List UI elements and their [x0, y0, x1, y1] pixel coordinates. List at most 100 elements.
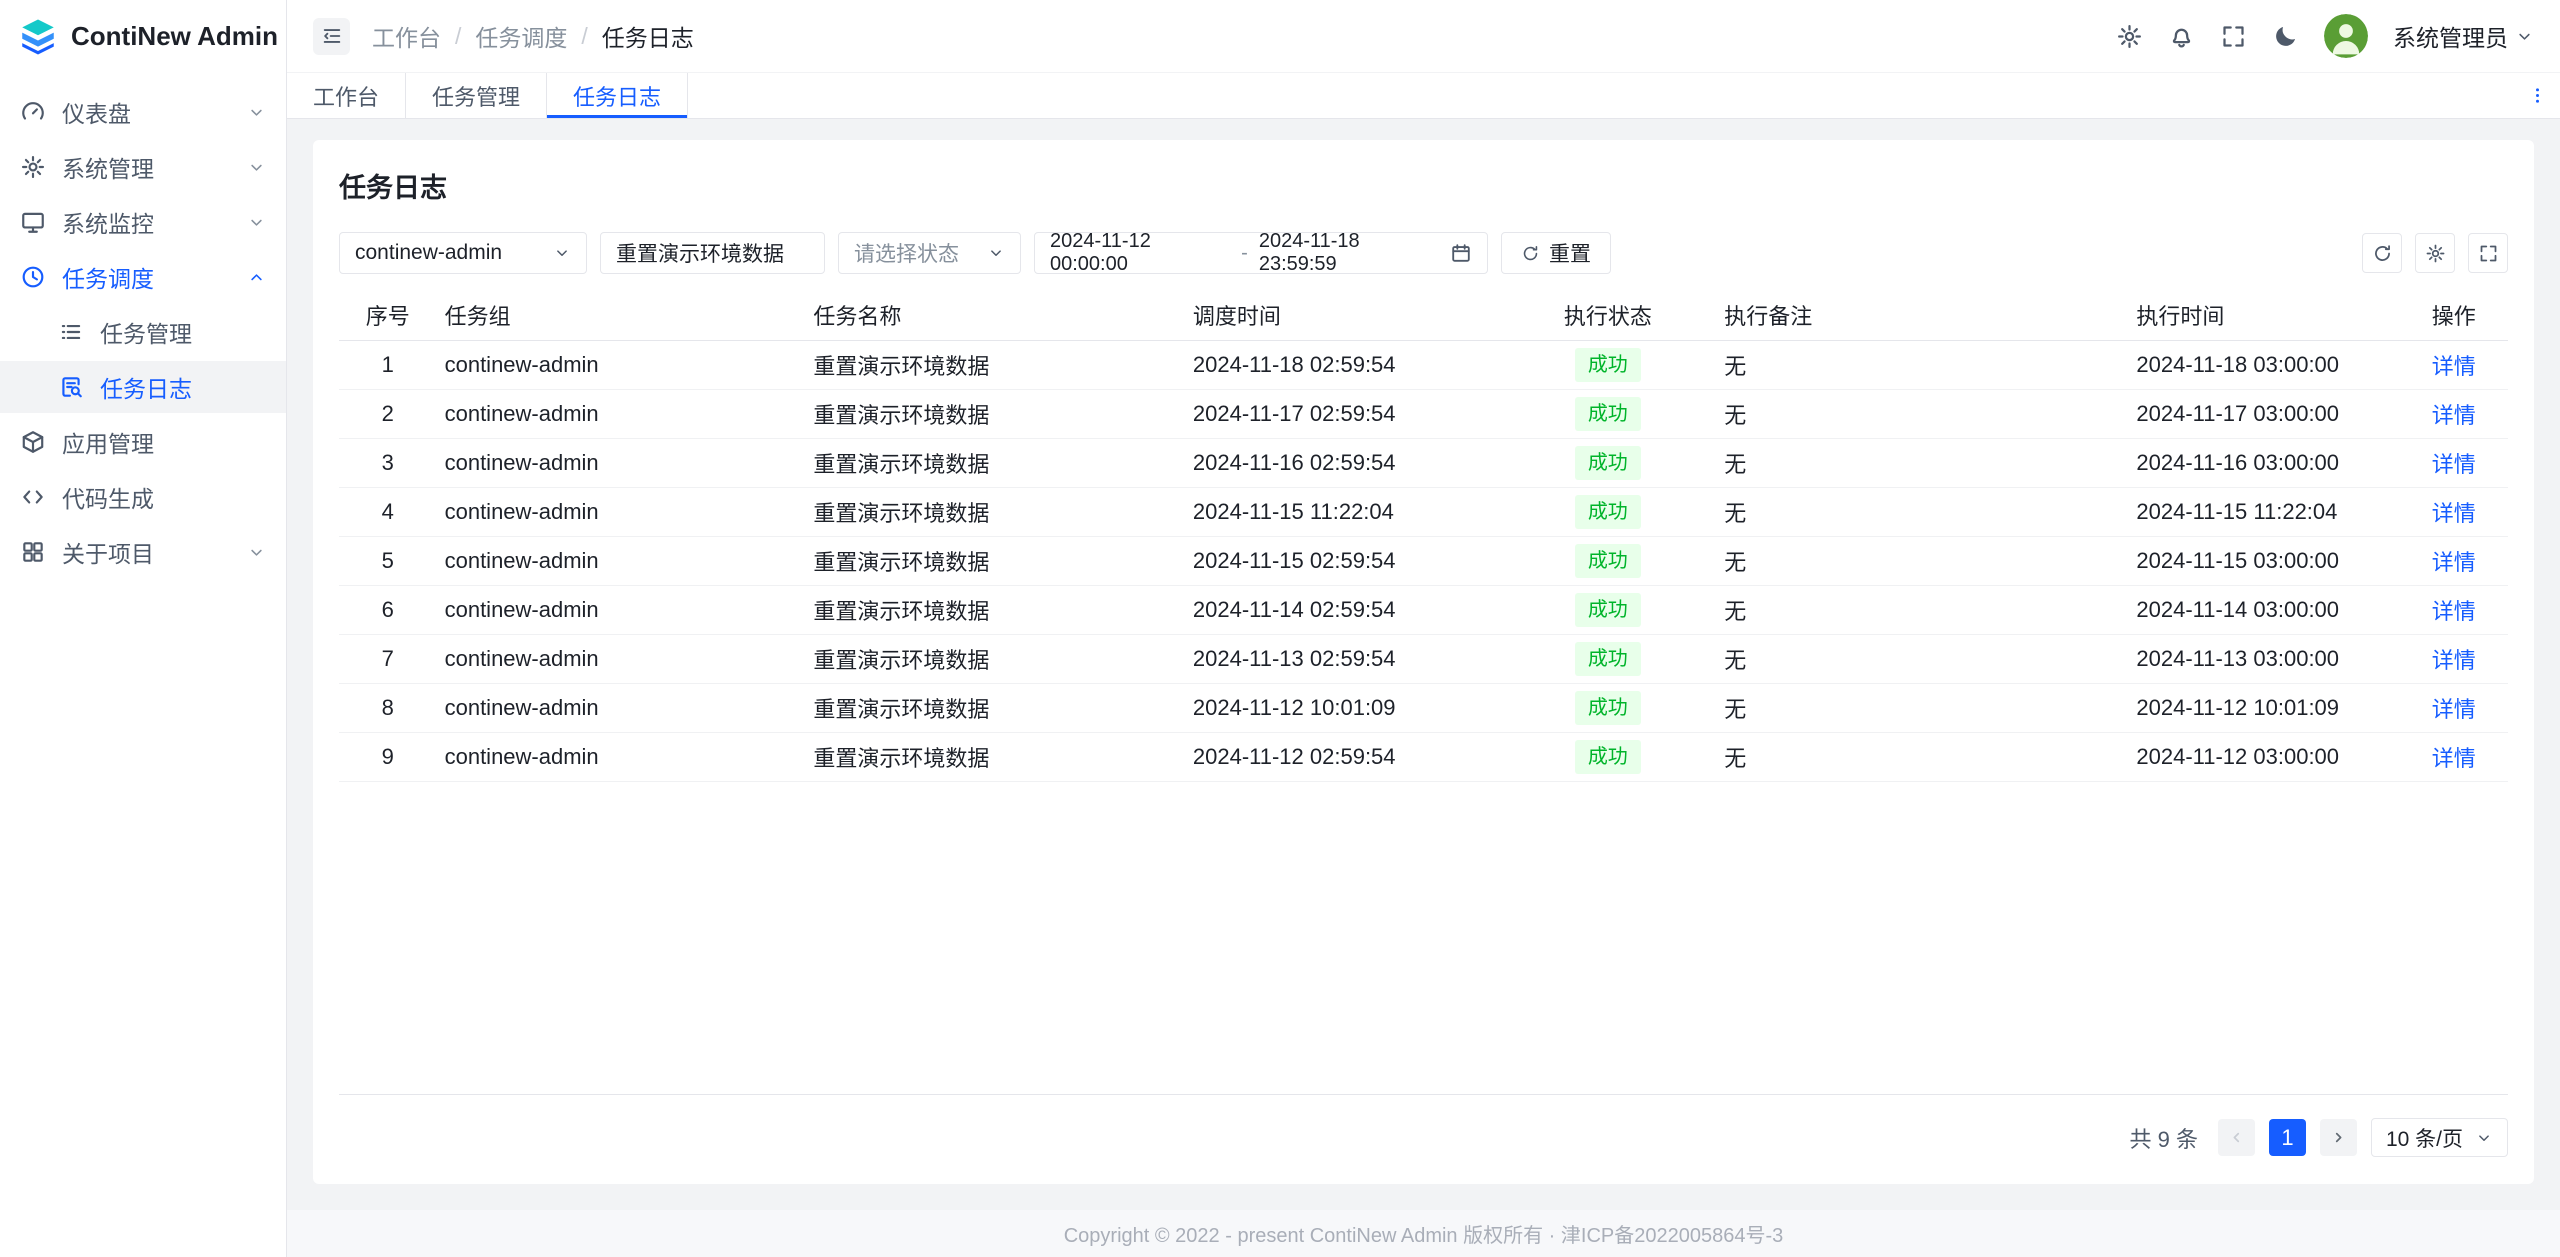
cell-schedule-time: 2024-11-13 02:59:54: [1185, 634, 1500, 683]
tab-label: 任务日志: [573, 80, 661, 112]
user-menu[interactable]: 系统管理员: [2393, 19, 2534, 53]
cell-remark: 无: [1716, 389, 2128, 438]
fullscreen-icon[interactable]: [2468, 233, 2508, 273]
sidebar-item-app-management[interactable]: 应用管理: [0, 416, 286, 468]
cell-schedule-time: 2024-11-15 02:59:54: [1185, 536, 1500, 585]
sidebar-item-task-log[interactable]: 任务日志: [0, 361, 286, 413]
sidebar-item-code-generation[interactable]: 代码生成: [0, 471, 286, 523]
cell-remark: 无: [1716, 683, 2128, 732]
footer: Copyright © 2022 - present ContiNew Admi…: [287, 1210, 2560, 1257]
tab-task-management[interactable]: 任务管理: [406, 73, 547, 118]
cell-no: 8: [339, 683, 437, 732]
column-header-status: 执行状态: [1499, 290, 1716, 340]
cell-name: 重置演示环境数据: [805, 634, 1185, 683]
status-badge: 成功: [1575, 348, 1641, 382]
status-select[interactable]: 请选择状态: [838, 232, 1021, 274]
table-row[interactable]: 1 continew-admin 重置演示环境数据 2024-11-18 02:…: [339, 340, 2508, 389]
table-row[interactable]: 7 continew-admin 重置演示环境数据 2024-11-13 02:…: [339, 634, 2508, 683]
cell-actions: 详情: [2400, 585, 2509, 634]
more-vertical-icon[interactable]: [2514, 73, 2560, 118]
cell-no: 2: [339, 389, 437, 438]
detail-link[interactable]: 详情: [2432, 599, 2476, 624]
table-row[interactable]: 4 continew-admin 重置演示环境数据 2024-11-15 11:…: [339, 487, 2508, 536]
table-row[interactable]: 2 continew-admin 重置演示环境数据 2024-11-17 02:…: [339, 389, 2508, 438]
table-row[interactable]: 9 continew-admin 重置演示环境数据 2024-11-12 02:…: [339, 732, 2508, 781]
cell-exec-time: 2024-11-14 03:00:00: [2128, 585, 2399, 634]
empty-space: [339, 782, 2508, 1095]
chevron-up-icon: [247, 268, 266, 287]
reset-button[interactable]: 重置: [1501, 232, 1611, 274]
cell-remark: 无: [1716, 585, 2128, 634]
date-end: 2024-11-18 23:59:59: [1259, 230, 1439, 276]
cell-exec-time: 2024-11-16 03:00:00: [2128, 438, 2399, 487]
cell-remark: 无: [1716, 340, 2128, 389]
chevron-down-icon: [247, 543, 266, 562]
cell-no: 7: [339, 634, 437, 683]
sidebar-item-system-monitor[interactable]: 系统监控: [0, 196, 286, 248]
cell-schedule-time: 2024-11-16 02:59:54: [1185, 438, 1500, 487]
next-page-button[interactable]: [2320, 1119, 2357, 1156]
chevron-down-icon: [247, 103, 266, 122]
bell-icon[interactable]: [2168, 23, 2195, 50]
cell-status: 成功: [1499, 389, 1716, 438]
detail-link[interactable]: 详情: [2432, 501, 2476, 526]
fullscreen-icon[interactable]: [2220, 23, 2247, 50]
breadcrumb-separator: /: [581, 23, 587, 50]
table-row[interactable]: 5 continew-admin 重置演示环境数据 2024-11-15 02:…: [339, 536, 2508, 585]
sidebar-item-system-management[interactable]: 系统管理: [0, 141, 286, 193]
chevron-down-icon: [987, 244, 1005, 262]
cell-status: 成功: [1499, 536, 1716, 585]
cell-group: continew-admin: [437, 536, 806, 585]
cell-name: 重置演示环境数据: [805, 732, 1185, 781]
sidebar-item-task-scheduling[interactable]: 任务调度: [0, 251, 286, 303]
sidebar-item-label: 应用管理: [62, 425, 154, 459]
date-range-picker[interactable]: 2024-11-12 00:00:00 - 2024-11-18 23:59:5…: [1034, 232, 1488, 274]
menu-fold-icon[interactable]: [313, 18, 350, 55]
detail-link[interactable]: 详情: [2432, 403, 2476, 428]
gear-icon[interactable]: [2116, 23, 2143, 50]
cell-no: 5: [339, 536, 437, 585]
tab-task-log[interactable]: 任务日志: [547, 73, 688, 118]
sidebar-item-about-project[interactable]: 关于项目: [0, 526, 286, 578]
table-toolbar: [2362, 233, 2508, 273]
moon-icon[interactable]: [2272, 23, 2299, 50]
date-start: 2024-11-12 00:00:00: [1050, 230, 1230, 276]
task-group-select[interactable]: continew-admin: [339, 232, 587, 274]
detail-link[interactable]: 详情: [2432, 452, 2476, 477]
calendar-icon: [1450, 242, 1472, 264]
page-size-value: 10 条/页: [2386, 1123, 2463, 1153]
task-name-input[interactable]: [600, 232, 825, 274]
breadcrumb-item[interactable]: 工作台: [372, 19, 441, 53]
detail-link[interactable]: 详情: [2432, 550, 2476, 575]
cell-remark: 无: [1716, 634, 2128, 683]
prev-page-button[interactable]: [2218, 1119, 2255, 1156]
cell-exec-time: 2024-11-12 10:01:09: [2128, 683, 2399, 732]
sidebar-menu: 仪表盘 系统管理 系统监控: [0, 73, 286, 591]
sidebar-item-task-management[interactable]: 任务管理: [0, 306, 286, 358]
cell-exec-time: 2024-11-18 03:00:00: [2128, 340, 2399, 389]
cell-group: continew-admin: [437, 438, 806, 487]
sidebar-item-label: 系统管理: [62, 150, 154, 184]
table-row[interactable]: 6 continew-admin 重置演示环境数据 2024-11-14 02:…: [339, 585, 2508, 634]
cell-schedule-time: 2024-11-17 02:59:54: [1185, 389, 1500, 438]
detail-link[interactable]: 详情: [2432, 746, 2476, 771]
cell-no: 9: [339, 732, 437, 781]
breadcrumb-item[interactable]: 任务调度: [475, 19, 567, 53]
cell-actions: 详情: [2400, 683, 2509, 732]
detail-link[interactable]: 详情: [2432, 648, 2476, 673]
refresh-icon[interactable]: [2362, 233, 2402, 273]
table-row[interactable]: 3 continew-admin 重置演示环境数据 2024-11-16 02:…: [339, 438, 2508, 487]
sidebar-item-dashboard[interactable]: 仪表盘: [0, 86, 286, 138]
detail-link[interactable]: 详情: [2432, 354, 2476, 379]
table-body: 1 continew-admin 重置演示环境数据 2024-11-18 02:…: [339, 340, 2508, 781]
column-header-remark: 执行备注: [1716, 290, 2128, 340]
current-page[interactable]: 1: [2269, 1119, 2306, 1156]
cell-status: 成功: [1499, 683, 1716, 732]
page-size-select[interactable]: 10 条/页: [2371, 1118, 2508, 1157]
status-badge: 成功: [1575, 642, 1641, 676]
avatar[interactable]: [2324, 14, 2368, 58]
tab-workbench[interactable]: 工作台: [287, 73, 406, 118]
detail-link[interactable]: 详情: [2432, 697, 2476, 722]
column-settings-icon[interactable]: [2415, 233, 2455, 273]
table-row[interactable]: 8 continew-admin 重置演示环境数据 2024-11-12 10:…: [339, 683, 2508, 732]
